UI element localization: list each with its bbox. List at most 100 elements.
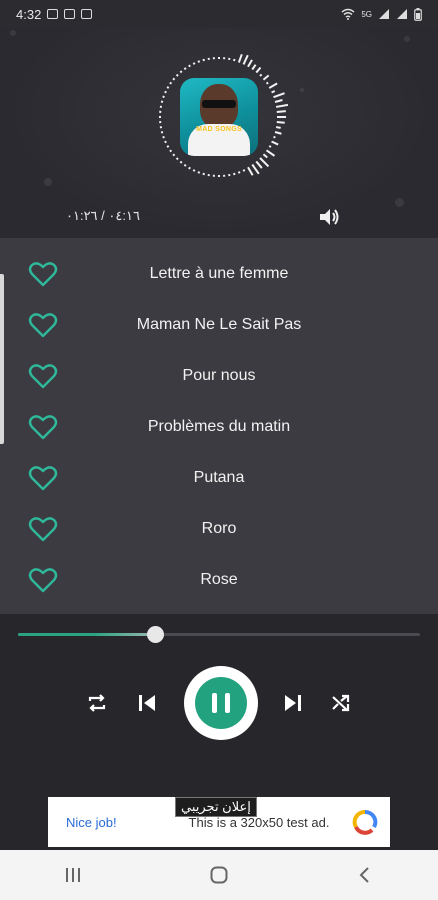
song-row[interactable]: Maman Ne Le Sait Pas: [0, 299, 438, 350]
favorite-button[interactable]: [28, 362, 58, 390]
visualizer-bar: [265, 149, 276, 157]
song-row[interactable]: Lettre à une femme: [0, 248, 438, 299]
visualizer-bar: [242, 169, 246, 172]
play-pause-button[interactable]: [184, 666, 258, 740]
visualizer-bar: [175, 157, 179, 161]
song-row[interactable]: Pour nous: [0, 350, 438, 401]
wifi-icon: [341, 8, 355, 20]
seek-bar[interactable]: [18, 626, 420, 643]
visualizer-bar: [247, 59, 253, 68]
skip-next-icon: [285, 695, 301, 711]
visualizer-bar: [251, 163, 260, 175]
visualizer-bar: [237, 53, 243, 63]
repeat-button[interactable]: [86, 692, 108, 719]
visualizer-bar: [179, 160, 183, 164]
heart-outline-icon: [28, 261, 58, 286]
visualizer-bar: [175, 73, 179, 77]
song-list[interactable]: Lettre à une femme Maman Ne Le Sait Pas …: [0, 238, 438, 614]
next-button[interactable]: [282, 692, 304, 719]
visualizer-bar: [268, 82, 278, 89]
favorite-button[interactable]: [28, 311, 58, 339]
visualizer-bar: [271, 90, 276, 94]
time-readout: ٠٤:١٦ / ٠١:٢٦: [66, 208, 140, 223]
favorite-button[interactable]: [28, 413, 58, 441]
status-left: 4:32: [16, 7, 93, 22]
visualizer-bar: [192, 169, 196, 172]
pause-bar: [212, 693, 217, 713]
repeat-icon: [88, 694, 106, 712]
seek-progress: [18, 633, 155, 636]
heart-outline-icon: [28, 414, 58, 439]
volume-button[interactable]: [318, 206, 342, 228]
visualizer-bar: [162, 95, 165, 99]
visualizer-bar: [255, 160, 263, 169]
visualizer-bar: [160, 100, 164, 103]
visualizer-bar: [259, 157, 270, 168]
visualizer-bar: [274, 131, 282, 135]
visualizer-bar: [162, 135, 165, 139]
gallery-notification-icon-2: [81, 9, 93, 19]
song-row[interactable]: Rose: [0, 554, 438, 605]
heart-outline-icon: [28, 312, 58, 337]
background-bokeh: [395, 198, 404, 207]
visualizer-bar: [255, 66, 262, 74]
recent-apps-button[interactable]: [53, 855, 93, 895]
visualizer-bar: [265, 81, 269, 85]
album-label: MAD SONGS: [196, 126, 242, 133]
network-type: 5G: [361, 9, 372, 19]
favorite-button[interactable]: [28, 260, 58, 288]
visualizer-bar: [259, 73, 263, 77]
heart-outline-icon: [28, 363, 58, 388]
song-row[interactable]: Problèmes du matin: [0, 401, 438, 452]
artist-sunglasses: [202, 100, 236, 108]
visualizer-bar: [202, 172, 205, 176]
visualizer-bar: [183, 163, 187, 167]
favorite-button[interactable]: [28, 464, 58, 492]
previous-button[interactable]: [136, 692, 158, 719]
visualizer-bar: [233, 172, 236, 176]
test-ad-badge: إعلان تجريبي: [175, 797, 257, 817]
recent-apps-icon: [66, 868, 80, 882]
album-visualizer: MAD SONGS: [146, 44, 292, 190]
song-title: Putana: [193, 468, 245, 486]
background-bokeh: [300, 88, 304, 92]
image-notification-icon: [47, 9, 59, 19]
visualizer-bar: [166, 145, 170, 148]
status-right: 5G: [341, 7, 422, 21]
visualizer-bar: [169, 149, 173, 153]
visualizer-bar: [202, 58, 205, 62]
home-button[interactable]: [199, 855, 239, 895]
seek-thumb[interactable]: [146, 626, 164, 643]
song-row[interactable]: Putana: [0, 452, 438, 503]
visualizer-bar: [197, 60, 201, 63]
song-row[interactable]: Roro: [0, 503, 438, 554]
visualizer-bar: [197, 171, 201, 174]
visualizer-bar: [172, 77, 176, 81]
shuffle-icon: [332, 694, 350, 712]
shuffle-button[interactable]: [330, 692, 352, 719]
visualizer-bar: [188, 64, 191, 68]
song-title: Pour nous: [182, 366, 256, 384]
favorite-button[interactable]: [28, 566, 58, 594]
visualizer-bar: [160, 131, 164, 134]
favorite-button[interactable]: [28, 515, 58, 543]
system-nav-bar: [0, 850, 438, 900]
background-bokeh: [404, 36, 410, 42]
skip-previous-icon: [139, 695, 155, 711]
now-playing-header: MAD SONGS ٠٤:١٦ / ٠١:٢٦: [0, 28, 438, 238]
album-art: MAD SONGS: [180, 78, 258, 156]
gallery-notification-icon: [64, 9, 76, 19]
heart-outline-icon: [28, 567, 58, 592]
visualizer-bar: [268, 145, 272, 148]
visualizer-bar: [179, 70, 183, 74]
ad-nice-job: Nice job!: [66, 814, 117, 830]
song-title: Lettre à une femme: [149, 264, 289, 282]
visualizer-bar: [237, 171, 241, 174]
visualizer-bar: [276, 121, 285, 124]
visualizer-bar: [273, 92, 285, 99]
signal-icon: [379, 9, 389, 19]
back-button[interactable]: [345, 855, 385, 895]
visualizer-bar: [251, 64, 257, 71]
heart-outline-icon: [28, 465, 58, 490]
visualizer-bar: [192, 62, 196, 65]
